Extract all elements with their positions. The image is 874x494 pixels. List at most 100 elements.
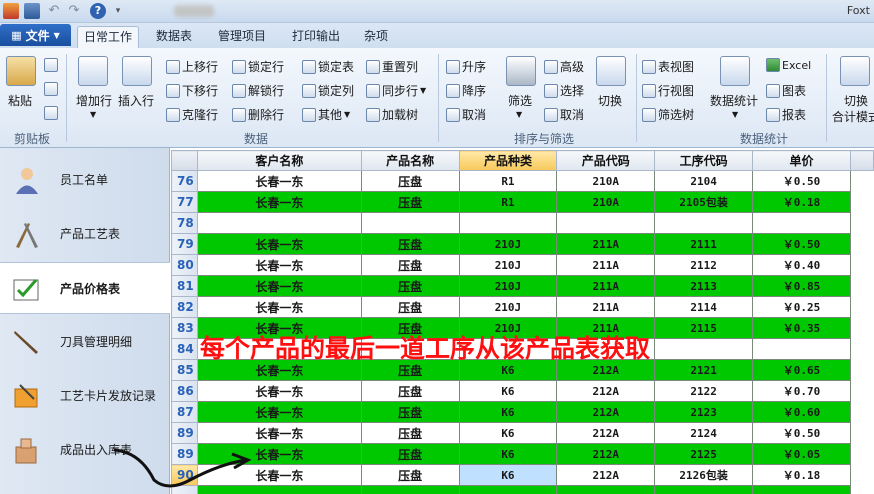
process-code-cell[interactable]: 2114 — [654, 296, 754, 318]
product-type-cell[interactable]: 210J — [458, 275, 558, 297]
switch-sort-icon[interactable] — [596, 56, 626, 86]
column-header-process-code[interactable]: 工序代码 — [654, 150, 754, 171]
advanced-filter-button[interactable]: 高级 — [544, 58, 584, 75]
tab-print-output[interactable]: 打印输出 — [286, 26, 346, 48]
filter-funnel-icon[interactable] — [506, 56, 536, 86]
customer-cell[interactable]: 长春一东 — [196, 401, 362, 423]
process-code-cell[interactable] — [654, 212, 754, 234]
row-number[interactable]: 87 — [171, 401, 198, 423]
process-code-cell[interactable]: 2123 — [654, 401, 754, 423]
sidebar-item-tool-management[interactable]: 刀具管理明细 — [0, 316, 170, 368]
product-type-cell[interactable]: K6 — [458, 401, 558, 423]
table-row[interactable]: 87 长春一东 压盘 K6 212A 2123 ￥0.60 — [171, 401, 874, 423]
unit-price-cell[interactable]: ￥0.35 — [752, 317, 851, 339]
product-name-cell[interactable]: 压盘 — [360, 443, 460, 465]
unit-price-cell[interactable] — [752, 338, 851, 360]
unit-price-cell[interactable]: ￥0.18 — [752, 191, 851, 213]
data-stats-icon[interactable] — [720, 56, 750, 86]
data-stats-button[interactable]: 数据统计 — [710, 92, 758, 109]
lock-row-button[interactable]: 锁定行 — [232, 58, 284, 75]
table-row[interactable]: 79 长春一东 压盘 210J 211A 2111 ￥0.50 — [171, 233, 874, 255]
lock-column-button[interactable]: 锁定列 — [302, 82, 354, 99]
corner-cell[interactable] — [171, 150, 198, 171]
move-up-button[interactable]: 上移行 — [166, 58, 218, 75]
switch-total-mode-icon[interactable] — [840, 56, 870, 86]
reset-column-button[interactable]: 重置列 — [366, 58, 418, 75]
unit-price-cell[interactable]: ￥0.70 — [752, 380, 851, 402]
product-code-cell[interactable]: 211A — [556, 254, 656, 276]
product-code-cell[interactable]: 212A — [556, 422, 656, 444]
customer-cell[interactable] — [196, 212, 362, 234]
cut-icon[interactable] — [44, 82, 58, 96]
row-number[interactable]: 78 — [171, 212, 198, 234]
load-tree-button[interactable]: 加载树 — [366, 106, 418, 123]
process-code-cell[interactable]: 2125 — [654, 443, 754, 465]
process-code-cell[interactable]: 2126包装 — [654, 464, 754, 486]
chevron-down-icon[interactable]: ▼ — [90, 110, 96, 119]
row-number[interactable]: 79 — [171, 233, 198, 255]
product-type-cell[interactable]: K6 — [458, 464, 558, 486]
row-number[interactable]: 84 — [171, 338, 198, 360]
row-number[interactable]: 77 — [171, 191, 198, 213]
customer-cell[interactable]: 长春一东 — [196, 275, 362, 297]
column-header-product-code[interactable]: 产品代码 — [556, 150, 656, 171]
process-code-cell[interactable]: 2112 — [654, 254, 754, 276]
table-row[interactable]: 82 长春一东 压盘 210J 211A 2114 ￥0.25 — [171, 296, 874, 318]
product-code-cell[interactable]: 212A — [556, 443, 656, 465]
unit-price-cell[interactable] — [752, 212, 851, 234]
cancel-sort-button[interactable]: 取消 — [446, 106, 486, 123]
customize-quick-access-icon[interactable]: ▾ — [110, 3, 126, 19]
product-code-cell[interactable]: 212A — [556, 401, 656, 423]
tab-manage-project[interactable]: 管理项目 — [212, 26, 272, 48]
sort-ascending-button[interactable]: 升序 — [446, 58, 486, 75]
customer-cell[interactable]: 长春一东 — [196, 296, 362, 318]
row-number[interactable]: 80 — [171, 254, 198, 276]
clone-row-button[interactable]: 克隆行 — [166, 106, 218, 123]
customer-cell[interactable]: 长春一东 — [196, 254, 362, 276]
unit-price-cell[interactable]: ￥0.50 — [752, 170, 851, 192]
process-code-cell[interactable]: 2111 — [654, 233, 754, 255]
product-type-cell[interactable]: R1 — [458, 170, 558, 192]
unit-price-cell[interactable] — [752, 485, 851, 494]
sidebar-item-product-price[interactable]: 产品价格表 — [0, 262, 170, 314]
row-number[interactable]: 83 — [171, 317, 198, 339]
unit-price-cell[interactable]: ￥0.05 — [752, 443, 851, 465]
insert-row-icon[interactable] — [122, 56, 152, 86]
product-code-cell[interactable]: 211A — [556, 233, 656, 255]
table-row[interactable]: 78 — [171, 212, 874, 234]
product-type-cell[interactable] — [458, 212, 558, 234]
product-name-cell[interactable]: 压盘 — [360, 254, 460, 276]
product-code-cell[interactable]: 210A — [556, 191, 656, 213]
process-code-cell[interactable] — [654, 338, 754, 360]
sort-descending-button[interactable]: 降序 — [446, 82, 486, 99]
product-type-cell[interactable]: 210J — [458, 233, 558, 255]
product-type-cell[interactable]: K6 — [458, 380, 558, 402]
process-code-cell[interactable]: 2104 — [654, 170, 754, 192]
process-code-cell[interactable] — [654, 485, 754, 494]
row-view-button[interactable]: 行视图 — [642, 82, 694, 99]
table-row[interactable]: 76 长春一东 压盘 R1 210A 2104 ￥0.50 — [171, 170, 874, 192]
column-header-product-name[interactable]: 产品名称 — [360, 150, 460, 171]
table-row[interactable]: 81 长春一东 压盘 210J 211A 2113 ￥0.85 — [171, 275, 874, 297]
process-code-cell[interactable]: 2115 — [654, 317, 754, 339]
column-header-customer[interactable]: 客户名称 — [196, 150, 362, 171]
column-header-product-type[interactable]: 产品种类 — [458, 150, 558, 171]
switch-total-mode-label-1[interactable]: 切换 — [844, 92, 868, 109]
product-name-cell[interactable]: 压盘 — [360, 275, 460, 297]
add-row-button[interactable]: 增加行 — [76, 92, 112, 109]
product-code-cell[interactable] — [556, 212, 656, 234]
product-type-cell[interactable]: R1 — [458, 191, 558, 213]
row-number[interactable]: 85 — [171, 359, 198, 381]
tab-daily-work[interactable]: 日常工作 — [77, 26, 140, 48]
select-filter-button[interactable]: 选择 — [544, 82, 584, 99]
process-code-cell[interactable]: 2122 — [654, 380, 754, 402]
product-name-cell[interactable]: 压盘 — [360, 170, 460, 192]
excel-button[interactable]: Excel — [766, 58, 811, 72]
product-type-cell[interactable]: K6 — [458, 422, 558, 444]
column-header-unit-price[interactable]: 单价 — [752, 150, 851, 171]
customer-cell[interactable]: 长春一东 — [196, 233, 362, 255]
product-name-cell[interactable]: 压盘 — [360, 233, 460, 255]
chevron-down-icon[interactable]: ▼ — [516, 110, 522, 119]
insert-row-button[interactable]: 插入行 — [118, 92, 154, 109]
cancel-filter-button[interactable]: 取消 — [544, 106, 584, 123]
